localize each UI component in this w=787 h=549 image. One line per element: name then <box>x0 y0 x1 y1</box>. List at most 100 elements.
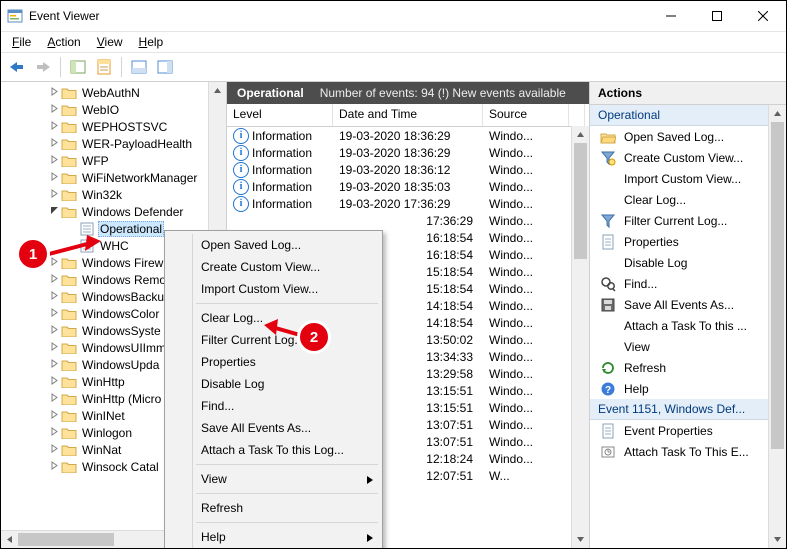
table-row[interactable]: 17:36:29Windo... <box>227 212 589 229</box>
tree-expand-icon[interactable] <box>47 274 61 286</box>
menu-help[interactable]: Help <box>132 34 171 50</box>
context-menu-item[interactable]: Find... <box>167 395 380 417</box>
action-item[interactable]: Save All Events As... <box>590 294 786 315</box>
none-icon <box>600 339 616 355</box>
tree-expand-icon[interactable] <box>47 410 61 422</box>
action-item[interactable]: ?Help <box>590 378 786 399</box>
col-source[interactable]: Source <box>483 104 569 126</box>
table-row[interactable]: iInformation19-03-2020 18:36:29Windo... <box>227 127 589 144</box>
tree-item-label: WinINet <box>80 409 127 423</box>
tree-expand-icon[interactable] <box>47 121 61 133</box>
close-button[interactable] <box>740 1 786 31</box>
tree-expand-icon[interactable] <box>47 359 61 371</box>
tree-item[interactable]: WebAuthN <box>1 84 226 101</box>
tree-item[interactable]: WFP <box>1 152 226 169</box>
tree-collapse-icon[interactable] <box>47 206 61 218</box>
tree-item[interactable]: WiFiNetworkManager <box>1 169 226 186</box>
action-item[interactable]: Properties <box>590 231 786 252</box>
context-menu-item[interactable]: Open Saved Log... <box>167 234 380 256</box>
tree-expand-icon[interactable] <box>47 444 61 456</box>
preview-pane-button[interactable] <box>127 55 151 79</box>
context-menu-item[interactable]: Create Custom View... <box>167 256 380 278</box>
col-datetime[interactable]: Date and Time <box>333 104 483 126</box>
action-item[interactable]: Filter Current Log... <box>590 210 786 231</box>
tree-expand-icon[interactable] <box>47 376 61 388</box>
table-row[interactable]: iInformation19-03-2020 18:35:03Windo... <box>227 178 589 195</box>
tree-expand-icon[interactable] <box>47 342 61 354</box>
minimize-button[interactable] <box>648 1 694 31</box>
table-row[interactable]: iInformation19-03-2020 17:36:29Windo... <box>227 195 589 212</box>
tree-item-label: Winsock Catal <box>80 460 161 474</box>
properties-button[interactable] <box>92 55 116 79</box>
tree-item[interactable]: WER-PayloadHealth <box>1 135 226 152</box>
action-item[interactable]: Attach a Task To this ... <box>590 315 786 336</box>
tree-item[interactable]: Win32k <box>1 186 226 203</box>
tree-item-label: WindowsColor <box>80 307 161 321</box>
tree-expand-icon[interactable] <box>47 393 61 405</box>
context-menu-item[interactable]: Import Custom View... <box>167 278 380 300</box>
events-vscroll[interactable] <box>571 126 589 548</box>
scroll-left-icon[interactable] <box>1 531 18 548</box>
action-item[interactable]: Open Saved Log... <box>590 126 786 147</box>
col-level[interactable]: Level <box>227 104 333 126</box>
actions-group-operational[interactable]: Operational <box>590 105 786 126</box>
tree-expand-icon[interactable] <box>47 87 61 99</box>
datetime-cell: 19-03-2020 18:36:29 <box>333 146 483 160</box>
table-row[interactable]: iInformation19-03-2020 18:36:12Windo... <box>227 161 589 178</box>
tree-expand-icon[interactable] <box>47 325 61 337</box>
action-item[interactable]: Attach Task To This E... <box>590 441 786 462</box>
title-bar: Event Viewer <box>1 1 786 32</box>
action-item[interactable]: Find... <box>590 273 786 294</box>
tree-expand-icon[interactable] <box>47 427 61 439</box>
menu-action[interactable]: Action <box>40 34 87 50</box>
tree-expand-icon[interactable] <box>47 155 61 167</box>
action-item[interactable]: Clear Log... <box>590 189 786 210</box>
actions-group-label: Event 1151, Windows Def... <box>598 402 745 416</box>
context-menu-item[interactable]: Properties <box>167 351 380 373</box>
tree-expand-icon[interactable] <box>47 291 61 303</box>
action-item[interactable]: Event Properties <box>590 420 786 441</box>
funnel-new-icon <box>600 150 616 166</box>
action-item[interactable]: View <box>590 336 786 357</box>
source-cell: Windo... <box>483 316 569 330</box>
actions-pane-button[interactable] <box>153 55 177 79</box>
tree-expand-icon[interactable] <box>47 189 61 201</box>
arrow-1-icon <box>43 233 103 261</box>
actions-group-event[interactable]: Event 1151, Windows Def... <box>590 399 786 420</box>
tree-expand-icon[interactable] <box>47 308 61 320</box>
context-menu-item[interactable]: Attach a Task To this Log... <box>167 439 380 461</box>
nav-back-button[interactable] <box>5 55 29 79</box>
table-row[interactable]: iInformation19-03-2020 18:36:29Windo... <box>227 144 589 161</box>
col-more[interactable] <box>569 104 585 126</box>
action-label: Open Saved Log... <box>624 130 786 144</box>
show-tree-button[interactable] <box>66 55 90 79</box>
tree-expand-icon[interactable] <box>47 172 61 184</box>
menu-file[interactable]: File <box>5 34 38 50</box>
source-cell: Windo... <box>483 146 569 160</box>
tree-expand-icon[interactable] <box>47 138 61 150</box>
actions-header: Actions <box>590 82 786 105</box>
nav-forward-button[interactable] <box>31 55 55 79</box>
tree-item[interactable]: WebIO <box>1 101 226 118</box>
folder-icon <box>61 460 77 474</box>
maximize-button[interactable] <box>694 1 740 31</box>
context-menu-item[interactable]: Save All Events As... <box>167 417 380 439</box>
actions-vscroll[interactable] <box>768 105 786 548</box>
context-menu-item[interactable]: Help <box>167 526 380 548</box>
action-item[interactable]: Disable Log <box>590 252 786 273</box>
context-menu-item[interactable]: Refresh <box>167 497 380 519</box>
tree-item[interactable]: WEPHOSTSVC <box>1 118 226 135</box>
menu-view[interactable]: View <box>90 34 130 50</box>
action-item[interactable]: Create Custom View... <box>590 147 786 168</box>
context-menu-item[interactable]: View <box>167 468 380 490</box>
source-cell: Windo... <box>483 180 569 194</box>
tree-expand-icon[interactable] <box>47 104 61 116</box>
tree-expand-icon[interactable] <box>47 461 61 473</box>
action-item[interactable]: Refresh <box>590 357 786 378</box>
context-menu[interactable]: Open Saved Log...Create Custom View...Im… <box>164 230 383 549</box>
scroll-up-icon[interactable] <box>209 82 226 99</box>
context-menu-item[interactable]: Disable Log <box>167 373 380 395</box>
tree-item[interactable]: Windows Defender <box>1 203 226 220</box>
action-item[interactable]: Import Custom View... <box>590 168 786 189</box>
source-cell: Windo... <box>483 282 569 296</box>
